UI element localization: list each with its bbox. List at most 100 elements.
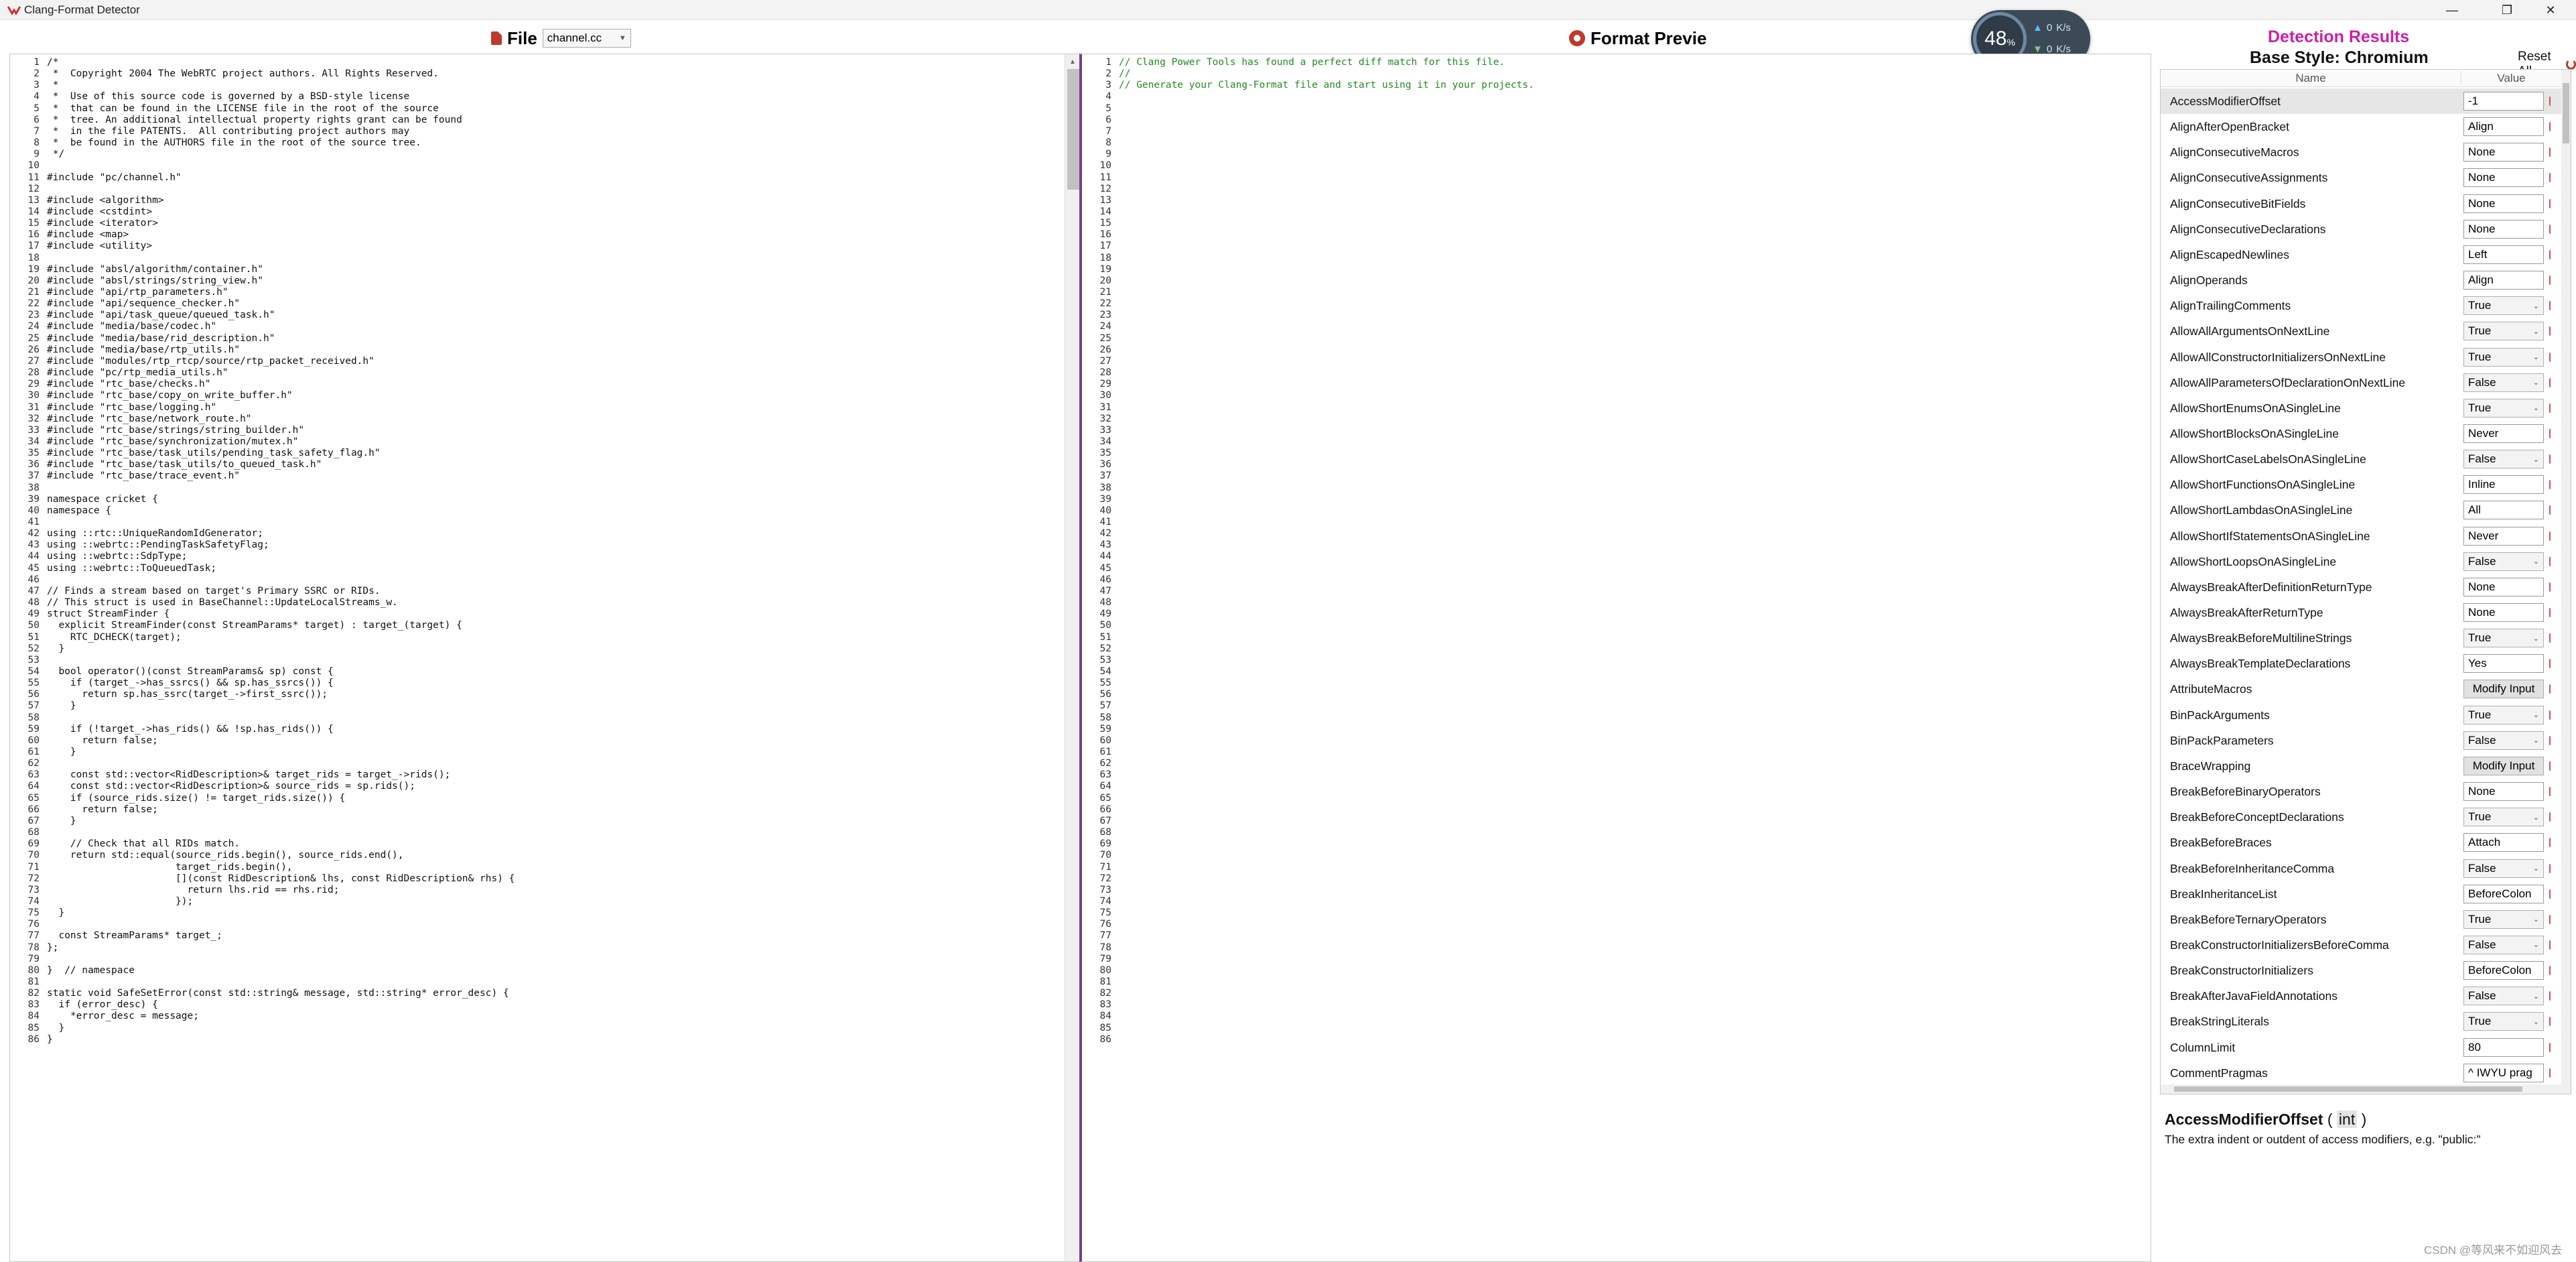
- grid-row[interactable]: AlwaysBreakAfterDefinitionReturnType None: [2161, 574, 2563, 600]
- row-value-select[interactable]: False ⌄: [2463, 859, 2544, 878]
- grid-row[interactable]: BinPackArguments True ⌄: [2161, 702, 2563, 728]
- grid-row[interactable]: AllowAllConstructorInitializersOnNextLin…: [2161, 344, 2563, 370]
- grid-row[interactable]: BreakConstructorInitializers BeforeColon: [2161, 958, 2563, 983]
- row-value-select[interactable]: True ⌄: [2463, 909, 2544, 929]
- code-line: return false;: [47, 804, 158, 815]
- file-select[interactable]: channel.cc ▼: [542, 29, 631, 48]
- grid-row[interactable]: AllowShortIfStatementsOnASingleLine Never: [2161, 523, 2563, 549]
- grid-row[interactable]: BreakConstructorInitializersBeforeComma F…: [2161, 932, 2563, 958]
- row-value-select[interactable]: True ⌄: [2463, 629, 2544, 648]
- grid-row[interactable]: AllowShortLambdasOnASingleLine All: [2161, 497, 2563, 523]
- grid-horizontal-scrollbar[interactable]: [2161, 1084, 2571, 1094]
- row-value-input[interactable]: None: [2463, 782, 2544, 802]
- grid-row[interactable]: AlwaysBreakBeforeMultilineStrings True ⌄: [2161, 625, 2563, 651]
- row-value-select[interactable]: True ⌄: [2463, 1012, 2544, 1031]
- row-value-text: Yes: [2468, 657, 2487, 670]
- grid-row[interactable]: BraceWrapping Modify Input: [2161, 753, 2563, 779]
- row-value-input[interactable]: Align: [2463, 271, 2544, 290]
- grid-row[interactable]: AlwaysBreakTemplateDeclarations Yes: [2161, 651, 2563, 676]
- grid-row[interactable]: BinPackParameters False ⌄: [2161, 728, 2563, 753]
- file-header: File channel.cc ▼: [491, 27, 631, 50]
- grid-row[interactable]: AllowShortBlocksOnASingleLine Never: [2161, 421, 2563, 446]
- grid-row[interactable]: AlignAfterOpenBracket Align: [2161, 114, 2563, 139]
- grid-row[interactable]: AllowShortLoopsOnASingleLine False ⌄: [2161, 549, 2563, 574]
- grid-row[interactable]: AlignTrailingComments True ⌄: [2161, 293, 2563, 318]
- grid-row[interactable]: BreakAfterJavaFieldAnnotations False ⌄: [2161, 983, 2563, 1009]
- grid-row[interactable]: AlignConsecutiveBitFields None: [2161, 191, 2563, 216]
- grid-row[interactable]: BreakBeforeConceptDeclarations True ⌄: [2161, 804, 2563, 830]
- row-value-input[interactable]: Inline: [2463, 475, 2544, 495]
- row-value-input[interactable]: None: [2463, 577, 2544, 596]
- column-header-value[interactable]: Value: [2461, 72, 2561, 85]
- row-value-select[interactable]: False ⌄: [2463, 552, 2544, 571]
- row-value-input[interactable]: BeforeColon: [2463, 961, 2544, 981]
- grid-row[interactable]: BreakInheritanceList BeforeColon: [2161, 881, 2563, 907]
- source-editor[interactable]: 1 2 3 4 5 6 7 8 9 10 11 12 13 14 15 16 17 18 19 20 21 22 23 24 2…: [9, 54, 1081, 1262]
- grid-row[interactable]: AlignConsecutiveDeclarations None: [2161, 216, 2563, 242]
- grid-row[interactable]: AllowShortFunctionsOnASingleLine Inline: [2161, 472, 2563, 497]
- row-value-input[interactable]: All: [2463, 501, 2544, 520]
- row-value-input[interactable]: Never: [2463, 424, 2544, 443]
- grid-row[interactable]: BreakBeforeBraces Attach: [2161, 830, 2563, 855]
- modify-input-button[interactable]: Modify Input: [2463, 680, 2544, 699]
- grid-row[interactable]: AlignConsecutiveAssignments None: [2161, 165, 2563, 190]
- row-value-input[interactable]: None: [2463, 219, 2544, 239]
- line-number: 35: [1099, 448, 1111, 459]
- row-value-input[interactable]: 80: [2463, 1037, 2544, 1057]
- row-value-select[interactable]: True ⌄: [2463, 808, 2544, 827]
- grid-row[interactable]: AlignOperands Align: [2161, 267, 2563, 293]
- grid-row[interactable]: AccessModifierOffset -1: [2161, 88, 2563, 114]
- grid-row[interactable]: AttributeMacros Modify Input: [2161, 676, 2563, 702]
- line-number: 83: [27, 999, 40, 1011]
- grid-row[interactable]: AllowAllArgumentsOnNextLine True ⌄: [2161, 318, 2563, 344]
- preview-editor[interactable]: 1 2 3 4 5 6 7 8 9 10 11 12 13 14 15 16 17 18 19 20 21 22 23 24 2…: [1079, 54, 2151, 1262]
- code-line: bool operator()(const StreamParams& sp) …: [47, 666, 334, 677]
- row-value-select[interactable]: True ⌄: [2463, 322, 2544, 341]
- grid-row[interactable]: BreakStringLiterals True ⌄: [2161, 1009, 2563, 1034]
- grid-row[interactable]: CommentPragmas ^ IWYU prag: [2161, 1060, 2563, 1086]
- row-value-input[interactable]: None: [2463, 603, 2544, 622]
- row-value-select[interactable]: False ⌄: [2463, 731, 2544, 750]
- close-button[interactable]: ✕: [2522, 0, 2576, 20]
- row-value-select[interactable]: True ⌄: [2463, 705, 2544, 724]
- grid-row[interactable]: BreakBeforeBinaryOperators None: [2161, 779, 2563, 804]
- row-value-input[interactable]: None: [2463, 168, 2544, 188]
- row-value-input[interactable]: BeforeColon: [2463, 884, 2544, 903]
- code-line: #include "modules/rtp_rtcp/source/rtp_pa…: [47, 355, 375, 367]
- line-number: 78: [27, 942, 40, 953]
- grid-row[interactable]: BreakBeforeTernaryOperators True ⌄: [2161, 907, 2563, 932]
- row-value-select[interactable]: False ⌄: [2463, 987, 2544, 1006]
- row-value-select[interactable]: False ⌄: [2463, 935, 2544, 954]
- row-value-select[interactable]: True ⌄: [2463, 296, 2544, 316]
- row-value-input[interactable]: Left: [2463, 245, 2544, 264]
- minimize-button[interactable]: —: [2424, 0, 2480, 20]
- grid-row[interactable]: AlignConsecutiveMacros None: [2161, 139, 2563, 165]
- row-value-input[interactable]: ^ IWYU prag: [2463, 1063, 2544, 1082]
- row-value-select[interactable]: False ⌄: [2463, 373, 2544, 392]
- row-value-input[interactable]: None: [2463, 194, 2544, 213]
- row-value-select[interactable]: False ⌄: [2463, 450, 2544, 469]
- grid-row[interactable]: AlignEscapedNewlines Left: [2161, 242, 2563, 267]
- grid-row[interactable]: AlwaysBreakAfterReturnType None: [2161, 600, 2563, 625]
- grid-row[interactable]: ColumnLimit 80: [2161, 1035, 2563, 1060]
- grid-row[interactable]: AllowAllParametersOfDeclarationOnNextLin…: [2161, 370, 2563, 395]
- row-value-input[interactable]: Never: [2463, 526, 2544, 546]
- source-scroll-thumb[interactable]: [1067, 69, 1079, 190]
- row-value-select[interactable]: True ⌄: [2463, 347, 2544, 367]
- row-value-input[interactable]: None: [2463, 143, 2544, 162]
- row-value-input[interactable]: Yes: [2463, 654, 2544, 674]
- row-value-input[interactable]: -1: [2463, 92, 2544, 111]
- row-value-input[interactable]: Align: [2463, 117, 2544, 137]
- line-number: 46: [1099, 574, 1111, 585]
- modify-input-button[interactable]: Modify Input: [2463, 756, 2544, 775]
- grid-horizontal-thumb[interactable]: [2174, 1086, 2522, 1092]
- source-scrollbar[interactable]: ▲: [1065, 54, 1081, 1261]
- column-header-name[interactable]: Name: [2161, 72, 2461, 85]
- grid-row[interactable]: BreakBeforeInheritanceComma False ⌄: [2161, 856, 2563, 881]
- row-value-select[interactable]: True ⌄: [2463, 398, 2544, 418]
- grid-row[interactable]: AllowShortEnumsOnASingleLine True ⌄: [2161, 395, 2563, 421]
- grid-vertical-scrollbar[interactable]: [2561, 70, 2571, 1094]
- grid-row[interactable]: AllowShortCaseLabelsOnASingleLine False ⌄: [2161, 446, 2563, 472]
- grid-vertical-thumb[interactable]: [2563, 83, 2569, 143]
- row-value-input[interactable]: Attach: [2463, 833, 2544, 853]
